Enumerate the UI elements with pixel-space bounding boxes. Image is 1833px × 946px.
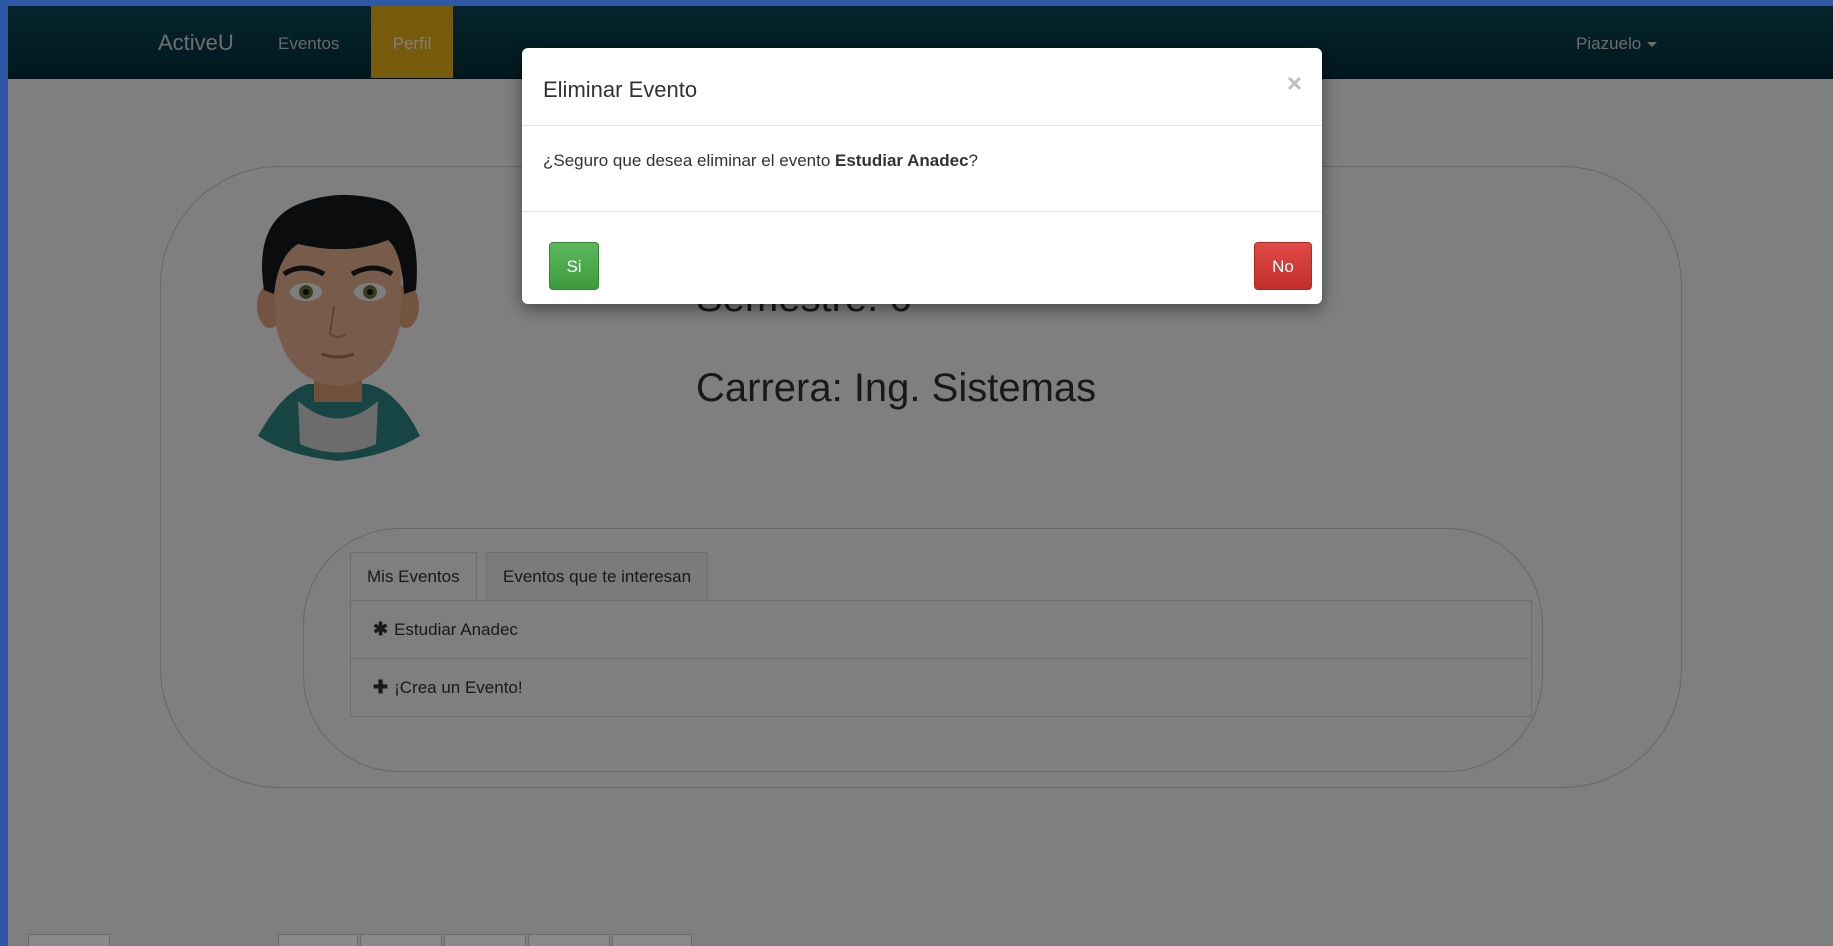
taskbar-button[interactable] [612, 934, 692, 946]
modal-message-suffix: ? [968, 151, 979, 170]
close-icon[interactable]: × [1287, 70, 1302, 96]
taskbar-button[interactable] [278, 934, 358, 946]
modal-header: Eliminar Evento × [522, 48, 1322, 126]
modal-title: Eliminar Evento [543, 77, 698, 102]
taskbar-button[interactable] [444, 934, 526, 946]
taskbar-button[interactable] [528, 934, 610, 946]
confirm-si-button[interactable]: Si [549, 242, 599, 290]
modal-body: ¿Seguro que desea eliminar el evento Est… [522, 126, 1322, 212]
cancel-no-button[interactable]: No [1254, 242, 1312, 290]
modal-message-prefix: ¿Seguro que desea eliminar el evento [543, 151, 836, 170]
taskbar-button[interactable] [28, 934, 110, 946]
taskbar-button[interactable] [360, 934, 442, 946]
modal-message: ¿Seguro que desea eliminar el evento Est… [543, 151, 978, 171]
browser-viewport: ActiveU Eventos Perfil Piazuelo [8, 6, 1833, 946]
modal-message-event-name: Estudiar Anadec [835, 151, 969, 170]
delete-event-modal: Eliminar Evento × ¿Seguro que desea elim… [522, 48, 1322, 304]
bottom-taskbar [8, 934, 1833, 946]
